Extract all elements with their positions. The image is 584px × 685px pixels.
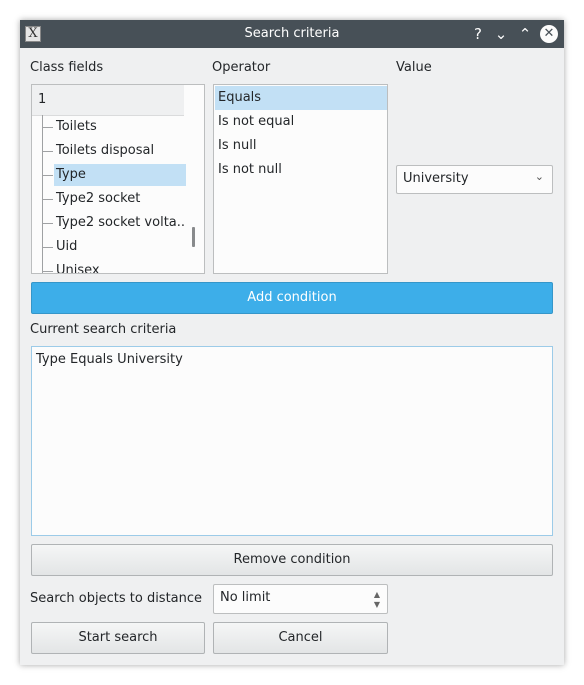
current-criteria-label: Current search criteria <box>30 322 177 337</box>
close-icon[interactable]: ✕ <box>540 25 558 43</box>
title-bar[interactable]: X Search criteria ? ⌄ ⌃ ✕ <box>20 20 564 48</box>
maximize-icon[interactable]: ⌃ <box>515 24 535 44</box>
tree-branch-connector <box>43 247 53 248</box>
minimize-icon[interactable]: ⌄ <box>491 24 511 44</box>
tree-branch-connector <box>43 199 53 200</box>
class-fields-tree[interactable]: 1 Toilets Toilets disposal Type Type2 so… <box>31 84 205 274</box>
tree-item-type2-socket-voltage[interactable]: Type2 socket volta... <box>54 212 186 234</box>
tree-branch-connector <box>43 271 53 272</box>
operator-item-is-not-null[interactable]: Is not null <box>215 158 387 182</box>
search-criteria-dialog: X Search criteria ? ⌄ ⌃ ✕ Class fields O… <box>20 20 564 665</box>
value-select-text: University <box>403 171 469 186</box>
tree-branch-connector <box>43 175 53 176</box>
operator-item-is-null[interactable]: Is null <box>215 134 387 158</box>
help-icon[interactable]: ? <box>468 24 488 44</box>
distance-label: Search objects to distance <box>30 591 203 606</box>
chevron-down-icon[interactable]: ▼ <box>374 601 380 609</box>
tree-item-uid[interactable]: Uid <box>54 236 186 258</box>
operator-item-equals[interactable]: Equals <box>215 86 387 110</box>
distance-value: No limit <box>220 590 271 605</box>
current-criteria-textarea[interactable]: Type Equals University <box>31 346 553 536</box>
class-fields-label: Class fields <box>30 60 104 75</box>
start-search-button[interactable]: Start search <box>31 622 205 654</box>
tree-branch-connector <box>43 127 53 128</box>
tree-branch-connector <box>43 223 53 224</box>
cancel-button[interactable]: Cancel <box>213 622 388 654</box>
add-condition-button[interactable]: Add condition <box>31 282 553 314</box>
tree-header[interactable]: 1 <box>32 85 184 116</box>
remove-condition-button[interactable]: Remove condition <box>31 544 553 576</box>
tree-header-label: 1 <box>38 92 47 107</box>
chevron-up-icon[interactable]: ▲ <box>374 591 380 599</box>
tree-item-toilets[interactable]: Toilets <box>54 116 186 138</box>
tree-branch-connector <box>43 151 53 152</box>
tree-item-unisex[interactable]: Unisex <box>54 260 186 273</box>
tree-scrollbar-thumb[interactable] <box>192 227 195 247</box>
chevron-down-icon: ⌄ <box>534 170 544 183</box>
value-select[interactable]: University ⌄ <box>396 165 553 194</box>
tree-item-type[interactable]: Type <box>54 164 186 186</box>
operator-label: Operator <box>212 60 271 75</box>
distance-spinbox[interactable]: No limit ▲ ▼ <box>213 584 388 614</box>
operator-list[interactable]: Equals Is not equal Is null Is not null <box>213 84 388 274</box>
tree-item-type2-socket[interactable]: Type2 socket <box>54 188 186 210</box>
operator-item-is-not-equal[interactable]: Is not equal <box>215 110 387 134</box>
tree-item-toilets-disposal[interactable]: Toilets disposal <box>54 140 186 162</box>
value-label: Value <box>396 60 432 75</box>
tree-branch-line <box>42 115 43 273</box>
current-criteria-text: Type Equals University <box>36 352 183 367</box>
